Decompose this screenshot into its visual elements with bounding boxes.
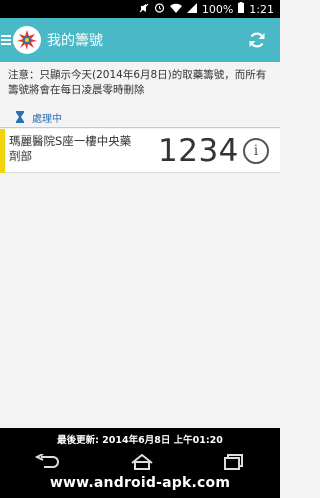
app-title: 我的籌號 [47, 33, 103, 49]
notice-text: 注意：只顯示今天(2014年6月8日)的取藥籌號，而所有籌號將會在每日凌晨零時刪… [8, 69, 267, 96]
home-icon[interactable] [130, 453, 154, 474]
app-bar: 我的籌號 [0, 18, 280, 62]
ticket-number: 1234 [158, 133, 239, 169]
section-label: 處理中 [32, 113, 62, 125]
section-header-processing: 處理中 [0, 108, 280, 126]
app-logo-icon[interactable] [13, 26, 41, 54]
recent-apps-icon[interactable] [223, 454, 245, 474]
last-updated: 最後更新: 2014年6月8日 上午01:20 [0, 428, 280, 450]
section-divider [0, 127, 280, 128]
wifi-icon [169, 3, 182, 16]
alarm-icon [154, 2, 165, 16]
status-stripe [0, 129, 5, 173]
info-icon[interactable]: i [243, 138, 269, 164]
ticket-location: 瑪麗醫院S座一樓中央藥劑部 [9, 134, 132, 163]
refresh-icon [249, 32, 265, 48]
signal-icon [186, 2, 197, 16]
menu-icon[interactable] [1, 35, 11, 45]
watermark: www.android-apk.com [49, 475, 231, 491]
back-icon[interactable] [34, 453, 61, 474]
refresh-button[interactable] [242, 25, 272, 55]
battery-percent: 100% [201, 2, 234, 16]
battery-icon [238, 2, 245, 16]
status-bar: 100% 1:21 [0, 0, 280, 18]
ticket-row[interactable]: 瑪麗醫院S座一樓中央藥劑部 1234 i [0, 129, 280, 173]
clock: 1:21 [249, 2, 274, 16]
mute-icon [139, 3, 149, 16]
hourglass-icon [16, 111, 24, 123]
